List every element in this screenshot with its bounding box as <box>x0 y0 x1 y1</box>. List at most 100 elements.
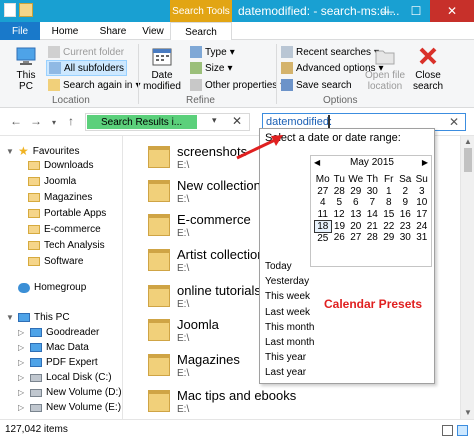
calendar-day[interactable]: 9 <box>397 197 414 209</box>
sidebar-item-tech-analysis[interactable]: Tech Analysis <box>28 240 105 251</box>
chevron-right-icon[interactable]: ▷ <box>18 373 26 382</box>
chevron-down-icon[interactable]: ▾ <box>212 115 217 126</box>
sidebar-item-magazines[interactable]: Magazines <box>28 192 92 203</box>
chevron-right-icon[interactable]: ▷ <box>18 343 26 352</box>
preset-this-month[interactable]: This month <box>265 322 314 333</box>
current-folder-button[interactable]: Current folder <box>46 44 126 60</box>
calendar-day[interactable]: 7 <box>364 197 381 209</box>
sidebar-item-local-disk-c[interactable]: ▷ Local Disk (C:) <box>18 372 112 383</box>
homegroup-item[interactable]: Homegroup <box>6 282 86 293</box>
calendar-day[interactable]: 15 <box>381 209 398 221</box>
up-arrow-icon[interactable]: ↑ <box>68 114 74 128</box>
calendar-day[interactable]: 28 <box>364 232 381 244</box>
date-modified-button[interactable]: Date modified <box>141 44 183 92</box>
chevron-right-icon[interactable]: ▷ <box>18 403 26 412</box>
tab-view[interactable]: View <box>136 22 170 40</box>
close-window-button[interactable]: ✕ <box>430 0 474 22</box>
favourites-item[interactable]: ▼ ★ Favourites <box>6 144 79 158</box>
all-subfolders-button[interactable]: All subfolders <box>46 60 128 76</box>
preset-last-month[interactable]: Last month <box>265 337 314 348</box>
calendar-day[interactable]: 2 <box>397 186 414 198</box>
calendar-day-today[interactable]: 18 <box>314 219 332 233</box>
calendar-day[interactable]: 23 <box>397 220 414 232</box>
calendar-day[interactable]: 27 <box>348 232 365 244</box>
calendar-day[interactable]: 6 <box>348 197 365 209</box>
size-button[interactable]: Size ▾ <box>188 60 234 76</box>
preset-last-week[interactable]: Last week <box>265 307 310 318</box>
calendar-day[interactable]: 26 <box>331 232 348 244</box>
address-bar[interactable]: Search Results i... ▾ ✕ <box>85 113 250 131</box>
sidebar-item-new-volume-d[interactable]: ▷ New Volume (D:) <box>18 387 122 398</box>
calendar-day[interactable]: 8 <box>381 197 398 209</box>
save-search-button[interactable]: Save search <box>279 77 354 93</box>
calendar-day[interactable]: 11 <box>315 209 332 221</box>
calendar-day[interactable]: 24 <box>414 220 431 232</box>
calendar-day[interactable]: 22 <box>381 220 398 232</box>
list-item[interactable]: Mac tips and ebooks E:\ <box>148 388 448 418</box>
scrollbar-thumb[interactable] <box>464 148 472 172</box>
calendar-day[interactable]: 17 <box>414 209 431 221</box>
sidebar-item-new-volume-e[interactable]: ▷ New Volume (E:) <box>18 402 121 413</box>
calendar-day[interactable]: 10 <box>414 197 431 209</box>
calendar-day[interactable]: 25 <box>315 232 332 244</box>
chevron-down-icon[interactable]: ▼ <box>6 313 14 322</box>
calendar-day[interactable]: 21 <box>364 220 381 232</box>
calendar-day[interactable]: 5 <box>331 197 348 209</box>
chevron-right-icon[interactable]: ▷ <box>18 358 26 367</box>
kind-button[interactable]: Type ▾ <box>188 44 237 60</box>
close-search-button[interactable]: Close search <box>410 44 446 92</box>
this-pc-item[interactable]: ▼ This PC <box>6 312 70 323</box>
scroll-down-icon[interactable]: ▼ <box>464 408 472 417</box>
calendar-day[interactable]: 31 <box>414 232 431 244</box>
calendar-day[interactable]: 29 <box>348 186 365 198</box>
calendar-day[interactable]: 29 <box>381 232 398 244</box>
vertical-scrollbar[interactable]: ▲ ▼ <box>460 136 474 419</box>
calendar-day[interactable]: 19 <box>331 220 348 232</box>
tab-home[interactable]: Home <box>40 22 90 40</box>
search-again-in-button[interactable]: Search again in ▾ <box>46 77 143 93</box>
calendar-day[interactable]: 1 <box>381 186 398 198</box>
details-view-icon[interactable] <box>442 425 453 436</box>
sidebar-item-pdf-expert[interactable]: ▷ PDF Expert <box>18 357 98 368</box>
calendar-day[interactable]: 30 <box>397 232 414 244</box>
recent-locations-chevron-icon[interactable]: ▾ <box>52 118 56 127</box>
this-pc-button[interactable]: This PC <box>10 44 42 92</box>
calendar-day[interactable]: 28 <box>331 186 348 198</box>
chevron-down-icon[interactable]: ▼ <box>6 147 14 156</box>
calendar-day[interactable]: 16 <box>397 209 414 221</box>
maximize-button[interactable]: ☐ <box>402 0 430 22</box>
calendar-day[interactable]: 4 <box>315 197 332 209</box>
preset-yesterday[interactable]: Yesterday <box>265 276 309 287</box>
close-icon[interactable]: ✕ <box>449 115 459 129</box>
calendar-day[interactable]: 27 <box>315 186 332 198</box>
open-file-location-button[interactable]: Open file location <box>362 44 408 92</box>
sidebar-item-joomla[interactable]: Joomla <box>28 176 76 187</box>
other-properties-button[interactable]: Other properties ▾ <box>188 77 287 93</box>
new-folder-icon[interactable] <box>19 3 33 17</box>
sidebar-item-downloads[interactable]: Downloads <box>28 160 93 171</box>
calendar-day[interactable]: 14 <box>364 209 381 221</box>
close-icon[interactable]: ✕ <box>232 114 242 128</box>
calendar-day[interactable]: 13 <box>348 209 365 221</box>
tab-share[interactable]: Share <box>90 22 136 40</box>
sidebar-item-portable-apps[interactable]: Portable Apps <box>28 208 106 219</box>
calendar-day[interactable]: 20 <box>348 220 365 232</box>
chevron-right-icon[interactable]: ▷ <box>18 388 26 397</box>
calendar-day[interactable]: 30 <box>364 186 381 198</box>
minimize-button[interactable]: — <box>374 0 402 22</box>
calendar-day[interactable]: 12 <box>331 209 348 221</box>
breadcrumb[interactable]: Search Results i... <box>87 115 197 129</box>
sidebar-item-e-commerce[interactable]: E-commerce <box>28 224 101 235</box>
forward-arrow-icon[interactable]: → <box>30 114 42 128</box>
calendar-day[interactable]: 3 <box>414 186 431 198</box>
sidebar-item-software[interactable]: Software <box>28 256 83 267</box>
tab-search[interactable]: Search <box>170 22 232 41</box>
preset-today[interactable]: Today <box>265 261 292 272</box>
chevron-right-icon[interactable]: ▷ <box>18 328 26 337</box>
tab-file[interactable]: File <box>0 22 40 40</box>
sidebar-item-mac-data[interactable]: ▷ Mac Data <box>18 342 89 353</box>
properties-icon[interactable] <box>4 3 16 17</box>
sidebar-item-goodreader[interactable]: ▷ Goodreader <box>18 327 99 338</box>
next-month-icon[interactable]: ▶ <box>422 158 428 167</box>
preset-this-week[interactable]: This week <box>265 291 310 302</box>
